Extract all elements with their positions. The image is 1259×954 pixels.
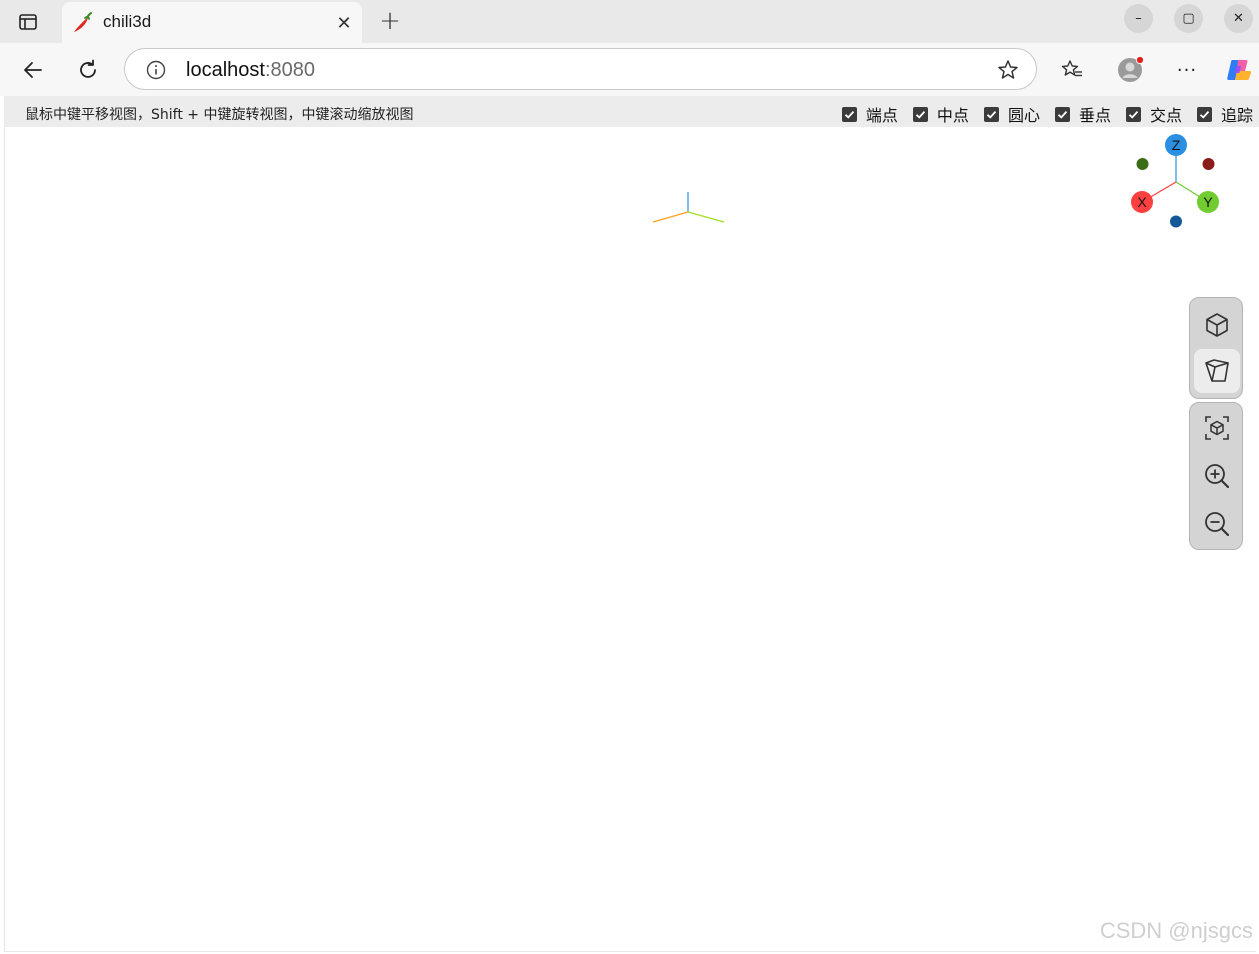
orthographic-view-button[interactable] bbox=[1194, 349, 1240, 393]
y-axis-label: Y bbox=[1203, 194, 1213, 210]
checkmark-icon bbox=[844, 110, 855, 119]
close-window-button[interactable]: ✕ bbox=[1224, 4, 1253, 33]
neg-x-axis-dot[interactable] bbox=[1202, 158, 1215, 170]
chili-favicon-icon bbox=[74, 12, 92, 32]
new-tab-button[interactable]: + bbox=[374, 5, 406, 37]
snap-endpoint[interactable]: 端点 bbox=[841, 102, 898, 126]
snap-tracking-checkbox[interactable] bbox=[1196, 106, 1212, 122]
watermark: CSDN @njsgcs bbox=[1099, 918, 1253, 943]
snap-endpoint-checkbox[interactable] bbox=[841, 106, 857, 122]
checkmark-icon bbox=[986, 110, 997, 119]
snap-midpoint-checkbox[interactable] bbox=[912, 106, 928, 122]
zoom-in-icon bbox=[1205, 464, 1230, 489]
close-window-icon: ✕ bbox=[1233, 11, 1244, 26]
settings-more-button[interactable]: ··· bbox=[1170, 53, 1204, 87]
tab-strip: chili3d ✕ + – ▢ ✕ bbox=[0, 0, 1259, 43]
snap-perpendicular[interactable]: 垂点 bbox=[1054, 102, 1111, 126]
profile-avatar-icon bbox=[1118, 55, 1145, 82]
camera-mode-group bbox=[1189, 297, 1243, 399]
snap-endpoint-label: 端点 bbox=[865, 106, 898, 125]
url-port: :8080 bbox=[264, 59, 315, 81]
orthographic-cube-icon bbox=[1205, 359, 1229, 382]
perspective-view-button[interactable] bbox=[1194, 303, 1240, 347]
zoom-in-button[interactable] bbox=[1194, 454, 1240, 498]
browser-toolbar: localhost:8080 ··· bbox=[0, 43, 1259, 96]
favorites-button[interactable] bbox=[1055, 53, 1089, 87]
minimize-button[interactable]: – bbox=[1124, 4, 1153, 33]
fit-all-button[interactable] bbox=[1194, 406, 1240, 450]
checkmark-icon bbox=[1128, 110, 1139, 119]
profile-button[interactable] bbox=[1113, 53, 1147, 87]
zoom-out-button[interactable] bbox=[1194, 502, 1240, 546]
maximize-icon: ▢ bbox=[1182, 11, 1195, 26]
origin-y-axis bbox=[687, 211, 725, 223]
favorites-list-icon bbox=[1061, 60, 1082, 77]
zoom-out-icon bbox=[1205, 512, 1230, 537]
mouse-hint-text: 鼠标中键平移视图，Shift + 中键旋转视图，中键滚动缩放视图 bbox=[25, 107, 414, 123]
checkmark-icon bbox=[915, 110, 926, 119]
back-button[interactable] bbox=[16, 53, 50, 87]
snap-intersection[interactable]: 交点 bbox=[1125, 102, 1182, 126]
snap-intersection-checkbox[interactable] bbox=[1125, 106, 1141, 122]
tab-title: chili3d bbox=[103, 12, 152, 31]
snap-midpoint[interactable]: 中点 bbox=[912, 102, 969, 126]
3d-viewport[interactable] bbox=[4, 127, 1256, 952]
axis-navigator[interactable]: Z X Y bbox=[1126, 132, 1226, 232]
snap-options: 端点 中点 圆心 垂点 交点 追踪 bbox=[841, 102, 1253, 126]
x-axis-label: X bbox=[1137, 194, 1147, 210]
site-info-icon[interactable] bbox=[145, 59, 167, 81]
checkmark-icon bbox=[1199, 110, 1210, 119]
tab-actions-button[interactable] bbox=[10, 6, 46, 38]
snap-tracking-label: 追踪 bbox=[1220, 106, 1253, 125]
reload-icon bbox=[80, 59, 96, 78]
reload-button[interactable] bbox=[71, 53, 105, 87]
active-tab[interactable]: chili3d ✕ bbox=[62, 2, 362, 43]
snap-center-checkbox[interactable] bbox=[983, 106, 999, 122]
snap-midpoint-label: 中点 bbox=[936, 106, 969, 125]
snap-perpendicular-checkbox[interactable] bbox=[1054, 106, 1070, 122]
url-text[interactable]: localhost:8080 bbox=[186, 59, 315, 82]
copilot-button[interactable] bbox=[1222, 53, 1256, 87]
maximize-button[interactable]: ▢ bbox=[1174, 4, 1203, 33]
neg-y-axis-dot[interactable] bbox=[1136, 158, 1149, 170]
snap-intersection-label: 交点 bbox=[1149, 106, 1182, 125]
zoom-tools-group bbox=[1189, 402, 1243, 550]
address-bar[interactable]: localhost:8080 bbox=[124, 48, 1037, 90]
app-header-bar: 鼠标中键平移视图，Shift + 中键旋转视图，中键滚动缩放视图 端点 中点 圆… bbox=[4, 96, 1259, 127]
neg-z-axis-dot[interactable] bbox=[1170, 215, 1182, 228]
checkmark-icon bbox=[1057, 110, 1068, 119]
z-axis-label: Z bbox=[1172, 137, 1181, 153]
tab-actions-icon bbox=[19, 14, 37, 30]
snap-perpendicular-label: 垂点 bbox=[1078, 106, 1111, 125]
origin-axes-gizmo bbox=[652, 192, 725, 223]
origin-x-axis bbox=[652, 211, 689, 223]
minimize-icon: – bbox=[1135, 11, 1142, 26]
perspective-cube-icon bbox=[1206, 313, 1228, 337]
snap-tracking[interactable]: 追踪 bbox=[1196, 102, 1253, 126]
snap-center-label: 圆心 bbox=[1007, 106, 1040, 125]
tab-close-icon[interactable]: ✕ bbox=[332, 11, 356, 35]
copilot-icon bbox=[1227, 60, 1252, 80]
back-arrow-icon bbox=[24, 62, 42, 78]
favorite-star-icon[interactable] bbox=[996, 58, 1020, 82]
fit-all-icon bbox=[1205, 416, 1229, 440]
snap-center[interactable]: 圆心 bbox=[983, 102, 1040, 126]
url-host: localhost bbox=[186, 59, 265, 81]
